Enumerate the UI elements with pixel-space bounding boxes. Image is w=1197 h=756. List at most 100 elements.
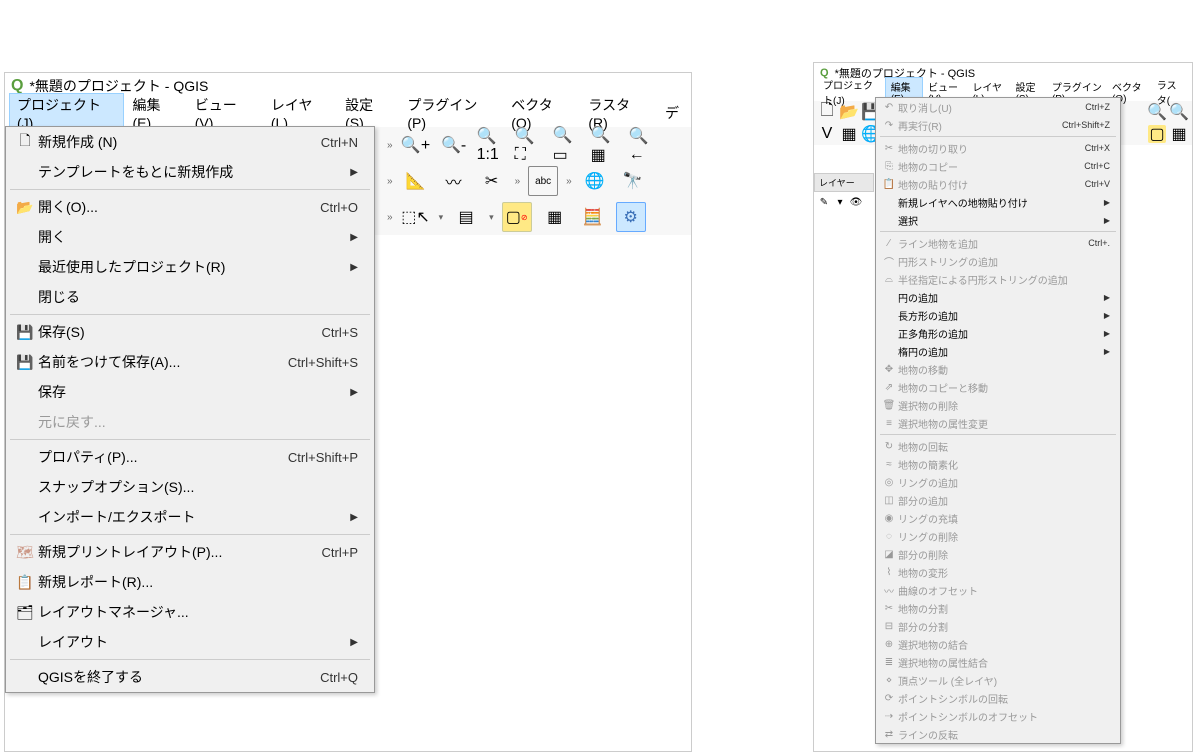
zoom-in-icon[interactable]: 🔍 bbox=[1148, 103, 1166, 121]
raster-layer-icon[interactable]: ▦ bbox=[840, 125, 858, 143]
zoom-prev-icon[interactable]: 🔍← bbox=[629, 130, 659, 160]
zoom-native-icon[interactable]: 🔍1:1 bbox=[477, 130, 507, 160]
submenu-arrow-icon: ▶ bbox=[1104, 329, 1110, 338]
note-icon[interactable]: ▢⊘ bbox=[502, 202, 532, 232]
style-icon[interactable]: ✎ bbox=[817, 195, 831, 209]
measure-icon[interactable]: 〰 bbox=[439, 166, 469, 196]
layers-toolbar: ✎ ▾ 👁 bbox=[814, 192, 874, 212]
menu-item-split: ✂地物の分割 bbox=[876, 599, 1120, 617]
menu-item-save-as[interactable]: 💾 名前をつけて保存(A)... Ctrl+Shift+S bbox=[6, 347, 374, 377]
binoculars-icon[interactable]: 🔭 bbox=[618, 166, 648, 196]
gear-icon[interactable]: ⚙ bbox=[616, 202, 646, 232]
zoom-full-icon[interactable]: 🔍⛶ bbox=[515, 130, 545, 160]
menu-item-new-report[interactable]: 📋 新規レポート(R)... bbox=[6, 567, 374, 597]
menu-item-new-print-layout[interactable]: 🗺 新規プリントレイアウト(P)... Ctrl+P bbox=[6, 537, 374, 567]
menu-item-add-circle[interactable]: 円の追加▶ bbox=[876, 288, 1120, 306]
vector-layer-icon[interactable]: V bbox=[818, 125, 836, 143]
note-icon[interactable]: ▢ bbox=[1148, 125, 1166, 143]
abacus-icon[interactable]: 🧮 bbox=[578, 202, 608, 232]
folder-open-icon: 📂 bbox=[12, 197, 38, 217]
separator bbox=[10, 534, 370, 535]
menu-item-add-rect[interactable]: 長方形の追加▶ bbox=[876, 306, 1120, 324]
submenu-arrow-icon: ▶ bbox=[1104, 347, 1110, 356]
qgis-window-project-menu: Q *無題のプロジェクト - QGIS プロジェクト(J) 編集(E) ビュー(… bbox=[4, 72, 692, 752]
reverse-line-icon: ⇄ bbox=[880, 727, 898, 741]
menu-item-rotate-symbol: ⟳ポイントシンボルの回転 bbox=[876, 689, 1120, 707]
ring-add-icon: ◎ bbox=[880, 475, 898, 489]
edit-tool-icon[interactable]: 📐 bbox=[401, 166, 431, 196]
menu-item-add-ellipse[interactable]: 楕円の追加▶ bbox=[876, 342, 1120, 360]
dropdown-arrow-icon[interactable]: ▾ bbox=[489, 212, 494, 223]
redo-icon: ↷ bbox=[880, 118, 898, 132]
copy-move-icon: ⇗ bbox=[880, 380, 898, 394]
overflow-icon[interactable]: » bbox=[387, 212, 393, 223]
menu-item-layout-manager[interactable]: 🗂 レイアウトマネージャ... bbox=[6, 597, 374, 627]
zoom-selection-icon[interactable]: 🔍▭ bbox=[553, 130, 583, 160]
dropdown-arrow-icon[interactable]: ▾ bbox=[439, 212, 444, 223]
report-icon: 📋 bbox=[12, 572, 38, 592]
edit-dropdown: ↶取り消し(U)Ctrl+Z ↷再実行(R)Ctrl+Shift+Z ✂地物の切… bbox=[875, 97, 1121, 744]
menu-item-exit[interactable]: QGISを終了する Ctrl+Q bbox=[6, 662, 374, 692]
menu-bar: プロジェクト(J) 編集(E) ビュー(V) レイヤ(L) 設定(S) プラグイ… bbox=[5, 99, 691, 127]
menu-item-properties[interactable]: プロパティ(P)... Ctrl+Shift+P bbox=[6, 442, 374, 472]
split-parts-icon: ⊟ bbox=[880, 619, 898, 633]
file-new-icon: 🗋 bbox=[12, 132, 38, 152]
menu-item-offset-symbol: ⇢ポイントシンボルのオフセット bbox=[876, 707, 1120, 725]
menu-item-snap[interactable]: スナップオプション(S)... bbox=[6, 472, 374, 502]
menu-item-open-from[interactable]: 開く ▶ bbox=[6, 222, 374, 252]
menu-item-merge-sel: ⊕選択地物の結合 bbox=[876, 635, 1120, 653]
menu-item-paste-as[interactable]: 新規レイヤへの地物貼り付け▶ bbox=[876, 193, 1120, 211]
submenu-arrow-icon: ▶ bbox=[350, 167, 358, 178]
menu-item-delete-part: ◪部分の削除 bbox=[876, 545, 1120, 563]
separator bbox=[880, 231, 1116, 232]
zoom-in-icon[interactable]: 🔍+ bbox=[401, 130, 431, 160]
menu-item-new-template[interactable]: テンプレートをもとに新規作成 ▶ bbox=[6, 157, 374, 187]
layout-manager-icon: 🗂 bbox=[12, 602, 38, 622]
menu-item-select[interactable]: 選択▶ bbox=[876, 211, 1120, 229]
menu-more[interactable]: デ bbox=[657, 101, 687, 125]
menu-item-import-export[interactable]: インポート/エクスポート ▶ bbox=[6, 502, 374, 532]
overflow-icon[interactable]: » bbox=[387, 140, 393, 151]
eye-icon[interactable]: 👁 bbox=[849, 195, 863, 209]
zoom-layer-icon[interactable]: 🔍▦ bbox=[591, 130, 621, 160]
menu-item-new[interactable]: 🗋 新規作成 (N) Ctrl+N bbox=[6, 127, 374, 157]
menu-item-revert: 元に戻す... bbox=[6, 407, 374, 437]
layers-panel-title: レイヤー bbox=[814, 173, 874, 192]
menu-item-copy-move: ⇗地物のコピーと移動 bbox=[876, 378, 1120, 396]
overflow-icon[interactable]: » bbox=[387, 176, 393, 187]
separator bbox=[10, 659, 370, 660]
arc-radius-icon: ⌓ bbox=[880, 272, 898, 286]
submenu-arrow-icon: ▶ bbox=[350, 512, 358, 523]
zoom-out-icon[interactable]: 🔍- bbox=[439, 130, 469, 160]
menu-item-save-to[interactable]: 保存 ▶ bbox=[6, 377, 374, 407]
clip-icon[interactable]: ✂ bbox=[477, 166, 507, 196]
label-icon[interactable]: abc bbox=[528, 166, 558, 196]
menu-item-add-polygon[interactable]: 正多角形の追加▶ bbox=[876, 324, 1120, 342]
overflow-icon[interactable]: » bbox=[566, 176, 572, 187]
globe-icon[interactable]: 🌐 bbox=[580, 166, 610, 196]
calendar-icon[interactable]: ▦ bbox=[540, 202, 570, 232]
filter-icon[interactable]: ▾ bbox=[833, 195, 847, 209]
offset-curve-icon: 〰 bbox=[880, 583, 898, 597]
separator bbox=[880, 434, 1116, 435]
rotate-icon: ↻ bbox=[880, 439, 898, 453]
zoom-out-icon[interactable]: 🔍 bbox=[1170, 103, 1188, 121]
table-icon[interactable]: ▦ bbox=[1170, 125, 1188, 143]
qgis-window-edit-menu: Q *無題のプロジェクト - QGIS プロジェクト(J) 編集(E) ビュー(… bbox=[813, 62, 1193, 752]
simplify-icon: ≈ bbox=[880, 457, 898, 471]
menu-item-open[interactable]: 📂 開く(O)... Ctrl+O bbox=[6, 192, 374, 222]
select-rect-icon[interactable]: ⬚↖ bbox=[401, 202, 431, 232]
reshape-icon: ⌇ bbox=[880, 565, 898, 579]
file-new-icon[interactable]: 🗋 bbox=[818, 103, 836, 121]
panel-icon[interactable]: ▤ bbox=[451, 202, 481, 232]
menu-item-offset-curve: 〰曲線のオフセット bbox=[876, 581, 1120, 599]
menu-item-save[interactable]: 💾 保存(S) Ctrl+S bbox=[6, 317, 374, 347]
separator bbox=[10, 439, 370, 440]
menu-item-close[interactable]: 閉じる bbox=[6, 282, 374, 312]
folder-open-icon[interactable]: 📂 bbox=[840, 103, 858, 121]
menu-item-layouts[interactable]: レイアウト ▶ bbox=[6, 627, 374, 657]
menu-item-vertex-tool: ⋄頂点ツール (全レイヤ) bbox=[876, 671, 1120, 689]
overflow-icon[interactable]: » bbox=[515, 176, 521, 187]
menu-item-recent[interactable]: 最近使用したプロジェクト(R) ▶ bbox=[6, 252, 374, 282]
menu-item-add-line: ∕ライン地物を追加Ctrl+. bbox=[876, 234, 1120, 252]
